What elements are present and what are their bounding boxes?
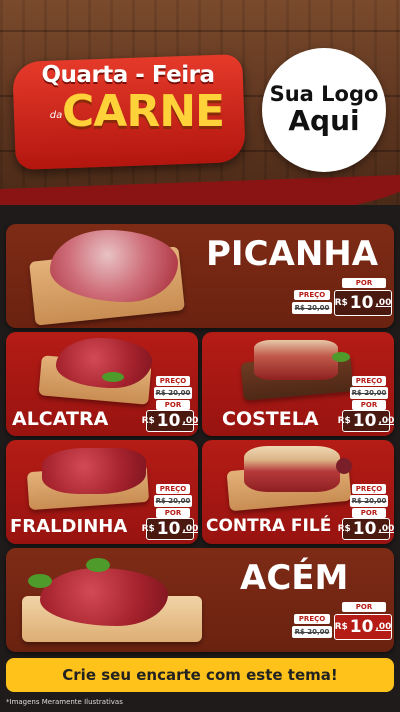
price-decimal: ,00 bbox=[182, 416, 198, 426]
logo-placeholder[interactable]: Sua Logo Aqui bbox=[262, 48, 386, 172]
new-price: R$ 10 ,00 bbox=[142, 518, 198, 540]
old-price: R$ 20,00 bbox=[154, 495, 192, 507]
product-card-contra-file[interactable]: CONTRA FILÉ PREÇO R$ 20,00 POR R$ 10 ,00 bbox=[202, 440, 394, 544]
new-price: R$ 10 ,00 bbox=[142, 410, 198, 432]
logo-text-line2: Aqui bbox=[288, 104, 360, 138]
preco-label: PREÇO bbox=[156, 376, 190, 386]
meat-image bbox=[50, 230, 178, 302]
old-price: R$ 20,00 bbox=[292, 626, 332, 638]
preco-label: PREÇO bbox=[352, 484, 386, 494]
currency: R$ bbox=[337, 524, 351, 534]
price-integer: 10 bbox=[349, 616, 374, 637]
product-name: FRALDINHA bbox=[10, 516, 128, 537]
product-name: ACÉM bbox=[240, 558, 349, 598]
herb-garnish bbox=[28, 574, 52, 588]
product-name: ALCATRA bbox=[12, 408, 109, 430]
old-price: R$ 20,00 bbox=[350, 387, 388, 399]
currency: R$ bbox=[141, 416, 155, 426]
herb-garnish bbox=[86, 558, 110, 572]
currency: R$ bbox=[334, 622, 348, 632]
meat-image bbox=[42, 448, 146, 494]
herb-garnish bbox=[332, 352, 350, 362]
disclaimer: *Imagens Meramente Ilustrativas bbox=[6, 698, 123, 706]
price-decimal: ,00 bbox=[375, 298, 392, 308]
preco-label: PREÇO bbox=[294, 614, 330, 624]
create-flyer-button[interactable]: Crie seu encarte com este tema! bbox=[6, 658, 394, 692]
por-label: POR bbox=[156, 400, 190, 410]
price-integer: 10 bbox=[156, 410, 181, 431]
price-integer: 10 bbox=[352, 518, 377, 539]
banner-title-main: CARNE bbox=[62, 86, 225, 137]
product-card-acem[interactable]: ACÉM PREÇO R$ 20,00 POR R$ 10 ,00 bbox=[6, 548, 394, 652]
meat-image bbox=[40, 568, 168, 626]
price-decimal: ,00 bbox=[375, 622, 392, 632]
product-name: PICANHA bbox=[206, 234, 379, 274]
price-decimal: ,00 bbox=[378, 416, 394, 426]
meat-image bbox=[254, 340, 338, 380]
por-label: POR bbox=[342, 278, 386, 288]
old-price: R$ 20,00 bbox=[350, 495, 388, 507]
old-price: R$ 20,00 bbox=[154, 387, 192, 399]
meat-image bbox=[56, 338, 152, 388]
preco-label: PREÇO bbox=[156, 484, 190, 494]
new-price: R$ 10 ,00 bbox=[338, 410, 394, 432]
product-name: COSTELA bbox=[222, 408, 319, 430]
product-card-costela[interactable]: COSTELA PREÇO R$ 20,00 POR R$ 10 ,00 bbox=[202, 332, 394, 436]
product-name: CONTRA FILÉ bbox=[206, 516, 332, 536]
logo-text-line1: Sua Logo bbox=[269, 82, 379, 107]
product-card-picanha[interactable]: PICANHA PREÇO R$ 20,00 POR R$ 10 ,00 bbox=[6, 224, 394, 328]
por-label: POR bbox=[352, 400, 386, 410]
product-card-fraldinha[interactable]: FRALDINHA PREÇO R$ 20,00 POR R$ 10 ,00 bbox=[6, 440, 198, 544]
preco-label: PREÇO bbox=[352, 376, 386, 386]
herb-garnish bbox=[336, 458, 352, 474]
currency: R$ bbox=[337, 416, 351, 426]
new-price: R$ 10 ,00 bbox=[334, 290, 392, 316]
por-label: POR bbox=[352, 508, 386, 518]
old-price: R$ 20,00 bbox=[292, 302, 332, 314]
header-swoosh bbox=[0, 174, 400, 205]
header: Quarta - Feira da CARNE Sua Logo Aqui bbox=[0, 0, 400, 205]
product-card-alcatra[interactable]: ALCATRA PREÇO R$ 20,00 POR R$ 10 ,00 bbox=[6, 332, 198, 436]
currency: R$ bbox=[334, 298, 348, 308]
preco-label: PREÇO bbox=[294, 290, 330, 300]
currency: R$ bbox=[141, 524, 155, 534]
price-integer: 10 bbox=[352, 410, 377, 431]
price-decimal: ,00 bbox=[378, 524, 394, 534]
meat-image bbox=[244, 446, 340, 492]
banner-title-line1: Quarta - Feira bbox=[41, 62, 216, 88]
wood-grain bbox=[0, 30, 400, 32]
price-integer: 10 bbox=[349, 292, 374, 313]
price-decimal: ,00 bbox=[182, 524, 198, 534]
price-integer: 10 bbox=[156, 518, 181, 539]
new-price: R$ 10 ,00 bbox=[338, 518, 394, 540]
por-label: POR bbox=[342, 602, 386, 612]
herb-garnish bbox=[102, 372, 124, 382]
new-price: R$ 10 ,00 bbox=[334, 614, 392, 640]
por-label: POR bbox=[156, 508, 190, 518]
